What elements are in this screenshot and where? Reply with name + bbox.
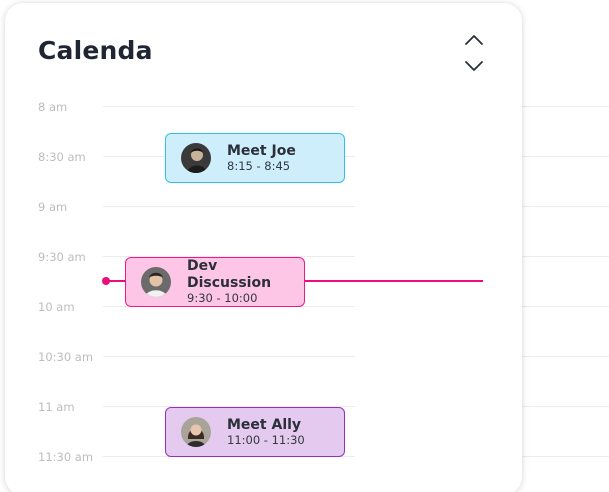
event-time: 9:30 - 10:00 — [187, 290, 258, 305]
next-button[interactable] — [460, 55, 488, 77]
avatar — [181, 417, 211, 447]
event-time: 11:00 - 11:30 — [227, 432, 305, 447]
time-label: 10 am — [38, 300, 75, 314]
event-title: Meet Joe — [227, 142, 296, 159]
time-label: 8 am — [38, 100, 68, 114]
time-label: 9:30 am — [38, 250, 86, 264]
event-time: 8:15 - 8:45 — [227, 158, 291, 173]
calendar-title: Calenda — [38, 36, 153, 65]
calendar-page: Calenda 8 am 8:30 am 9 am 9:30 am 10 am … — [0, 0, 609, 492]
event-title: Meet Ally — [227, 416, 302, 433]
grid-line — [103, 356, 355, 357]
time-label: 11:30 am — [38, 450, 94, 464]
previous-button[interactable] — [460, 29, 488, 51]
event-title: Dev Discussion — [187, 258, 272, 292]
avatar — [181, 143, 211, 173]
time-label: 8:30 am — [38, 150, 86, 164]
avatar — [141, 267, 171, 297]
avatar-joe — [181, 143, 211, 173]
time-label: 10:30 am — [38, 350, 94, 364]
event-dev-discussion[interactable]: Dev Discussion 9:30 - 10:00 — [125, 257, 305, 307]
time-label: 11 am — [38, 400, 75, 414]
current-time-dot — [102, 277, 110, 285]
time-label: 9 am — [38, 200, 68, 214]
calendar-card: Calenda 8 am 8:30 am 9 am 9:30 am 10 am … — [5, 3, 522, 492]
avatar-ally — [181, 417, 211, 447]
avatar-dev — [141, 267, 171, 297]
event-meet-joe[interactable]: Meet Joe 8:15 - 8:45 — [165, 133, 345, 183]
grid-line — [103, 106, 355, 107]
grid-line — [103, 206, 355, 207]
chevron-up-icon — [465, 35, 483, 45]
chevron-down-icon — [465, 61, 483, 71]
event-meet-ally[interactable]: Meet Ally 11:00 - 11:30 — [165, 407, 345, 457]
